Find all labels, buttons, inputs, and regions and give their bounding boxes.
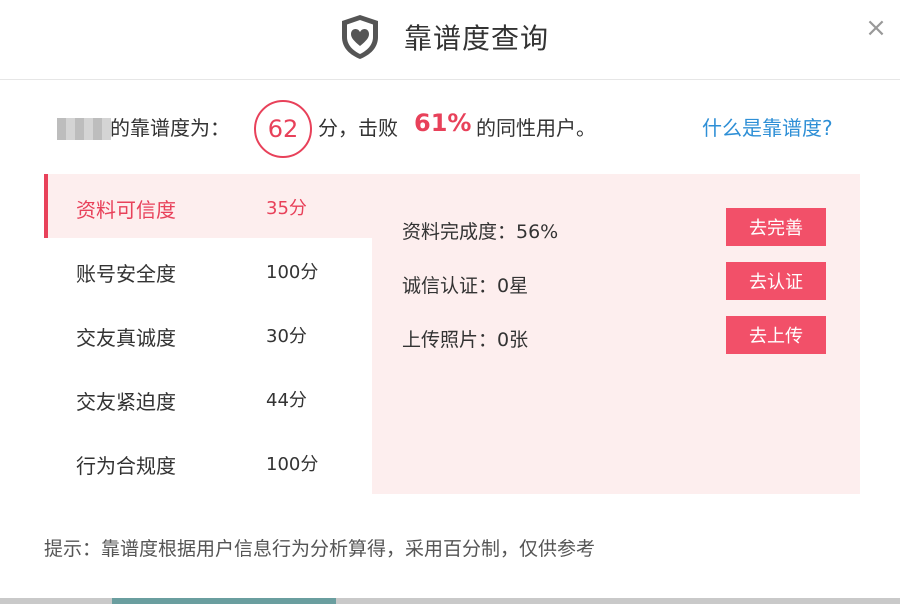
score-label: 的靠谱度为：: [110, 116, 230, 140]
tab-name: 行为合规度: [76, 454, 176, 478]
tab-name: 交友紧迫度: [76, 390, 176, 414]
tab-name: 资料可信度: [76, 198, 176, 222]
peer-label: 的同性用户。: [476, 116, 596, 140]
dialog-title: 靠谱度查询: [404, 22, 550, 55]
bottom-divider-segment: [112, 598, 336, 604]
detail-content: 资料可信度 35分 账号安全度 100分 交友真诚度 30分 交友紧迫度 44分…: [44, 174, 860, 494]
verification-text: 诚信认证：0星: [402, 275, 529, 297]
tip-text: 提示：靠谱度根据用户信息行为分析算得，采用百分制，仅供参考: [44, 538, 596, 560]
detail-row: 上传照片：0张 去上传: [372, 316, 860, 356]
tab-name: 交友真诚度: [76, 326, 176, 350]
beat-percent: 61%: [414, 109, 472, 137]
tab-score: 100分: [266, 262, 319, 283]
photo-upload-text: 上传照片：0张: [402, 329, 529, 351]
tab-score: 44分: [266, 390, 307, 411]
score-circle: 62: [254, 100, 312, 158]
profile-completion-text: 资料完成度：56%: [402, 221, 559, 243]
score-summary: 的靠谱度为： 62 分，击败 61% 的同性用户。 什么是靠谱度?: [52, 98, 872, 158]
tab-compliance[interactable]: 行为合规度 100分: [44, 430, 372, 494]
masked-username: [57, 118, 111, 140]
tab-name: 账号安全度: [76, 262, 176, 286]
tab-score: 30分: [266, 326, 307, 347]
category-tabs: 资料可信度 35分 账号安全度 100分 交友真诚度 30分 交友紧迫度 44分…: [44, 174, 372, 494]
tab-account-security[interactable]: 账号安全度 100分: [44, 238, 372, 302]
complete-profile-button[interactable]: 去完善: [726, 208, 826, 246]
detail-row: 诚信认证：0星 去认证: [372, 262, 860, 302]
upload-photo-button[interactable]: 去上传: [726, 316, 826, 354]
detail-panel: 资料完成度：56% 去完善 诚信认证：0星 去认证 上传照片：0张 去上传: [372, 174, 860, 494]
verify-button[interactable]: 去认证: [726, 262, 826, 300]
title-group: 靠谱度查询: [338, 13, 549, 61]
help-link[interactable]: 什么是靠谱度?: [702, 112, 833, 141]
tab-score: 35分: [266, 198, 307, 219]
dialog-header: 靠谱度查询 ×: [0, 0, 900, 80]
detail-row: 资料完成度：56% 去完善: [372, 208, 860, 248]
beat-label: 分，击败: [318, 116, 398, 140]
tab-sincerity[interactable]: 交友真诚度 30分: [44, 302, 372, 366]
tab-urgency[interactable]: 交友紧迫度 44分: [44, 366, 372, 430]
tab-score: 100分: [266, 454, 319, 475]
close-icon[interactable]: ×: [862, 14, 890, 42]
tab-profile-credibility[interactable]: 资料可信度 35分: [44, 174, 372, 238]
shield-heart-icon: [342, 15, 378, 59]
score-value: 62: [267, 115, 299, 143]
